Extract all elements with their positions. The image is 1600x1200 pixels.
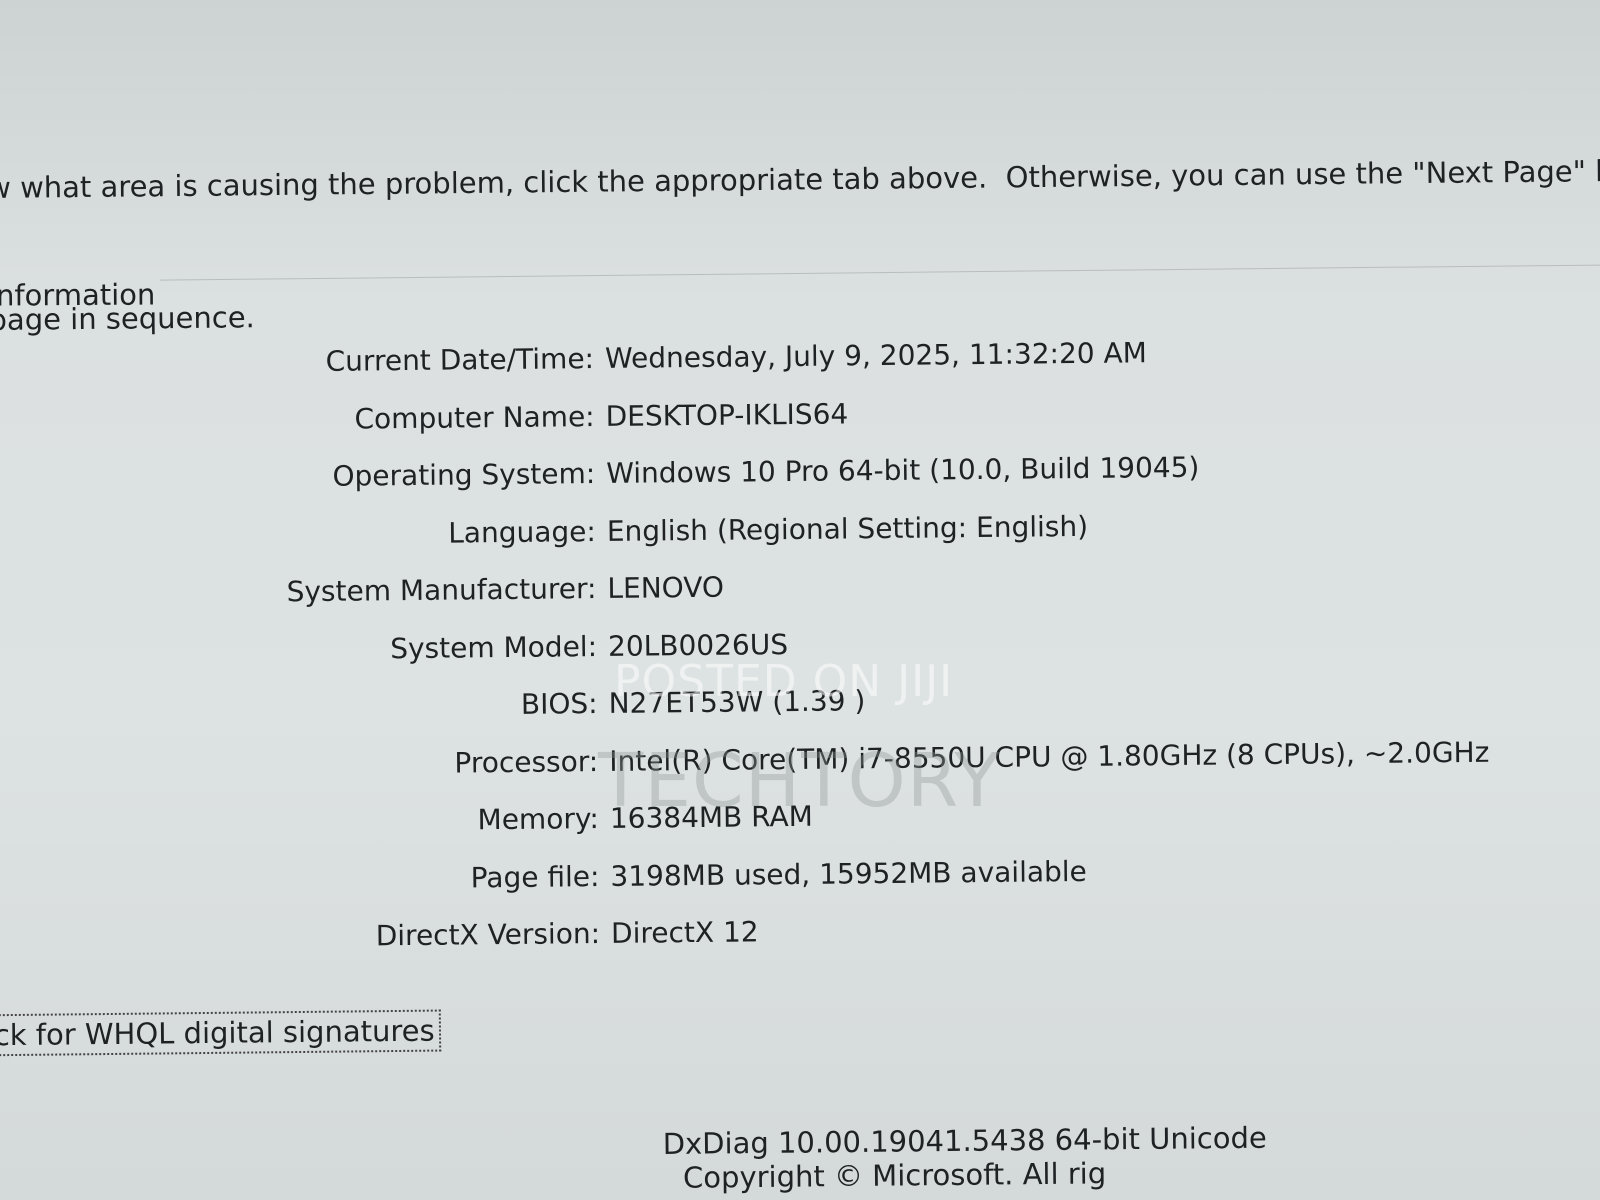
footer-copyright: Copyright © Microsoft. All rig xyxy=(682,1156,1107,1195)
info-label: Page file: xyxy=(470,859,600,894)
info-label: Current Date/Time: xyxy=(325,342,595,378)
info-label: DirectX Version: xyxy=(375,917,601,953)
info-label: System Manufacturer: xyxy=(286,572,597,609)
watermark-posted: POSTED ON JIJI xyxy=(614,656,954,707)
group-box-title: nformation xyxy=(0,277,156,313)
footer-version: DxDiag 10.00.19041.5438 64-bit Unicode xyxy=(662,1120,1267,1161)
info-value: LENOVO xyxy=(607,570,725,605)
watermark-brand: TECHTORY xyxy=(598,738,1001,824)
intro-line-1: w what area is causing the problem, clic… xyxy=(0,153,1600,205)
footer-bar: DxDiag 10.00.19041.5438 64-bit Unicode C… xyxy=(625,1087,1267,1200)
info-value: Wednesday, July 9, 2025, 11:32:20 AM xyxy=(604,336,1147,375)
info-value: DirectX 12 xyxy=(610,915,759,950)
info-label: Processor: xyxy=(454,744,599,780)
info-label: BIOS: xyxy=(520,687,598,721)
intro-line-2: page in sequence. xyxy=(0,300,255,337)
whql-checkbox-label[interactable]: eck for WHQL digital signatures xyxy=(0,1009,441,1057)
info-value: Windows 10 Pro 64-bit (10.0, Build 19045… xyxy=(606,450,1200,490)
info-label: Computer Name: xyxy=(354,399,595,436)
dxdiag-system-tab: w what area is causing the problem, clic… xyxy=(0,0,1600,1200)
info-label: System Model: xyxy=(390,629,598,665)
info-value: 3198MB used, 15952MB available xyxy=(610,854,1087,893)
info-label: Language: xyxy=(448,514,597,550)
info-value: DESKTOP-IKLIS64 xyxy=(605,396,849,433)
info-value: English (Regional Setting: English) xyxy=(606,509,1089,548)
info-label: Operating System: xyxy=(332,457,596,493)
info-label: Memory: xyxy=(477,802,600,837)
